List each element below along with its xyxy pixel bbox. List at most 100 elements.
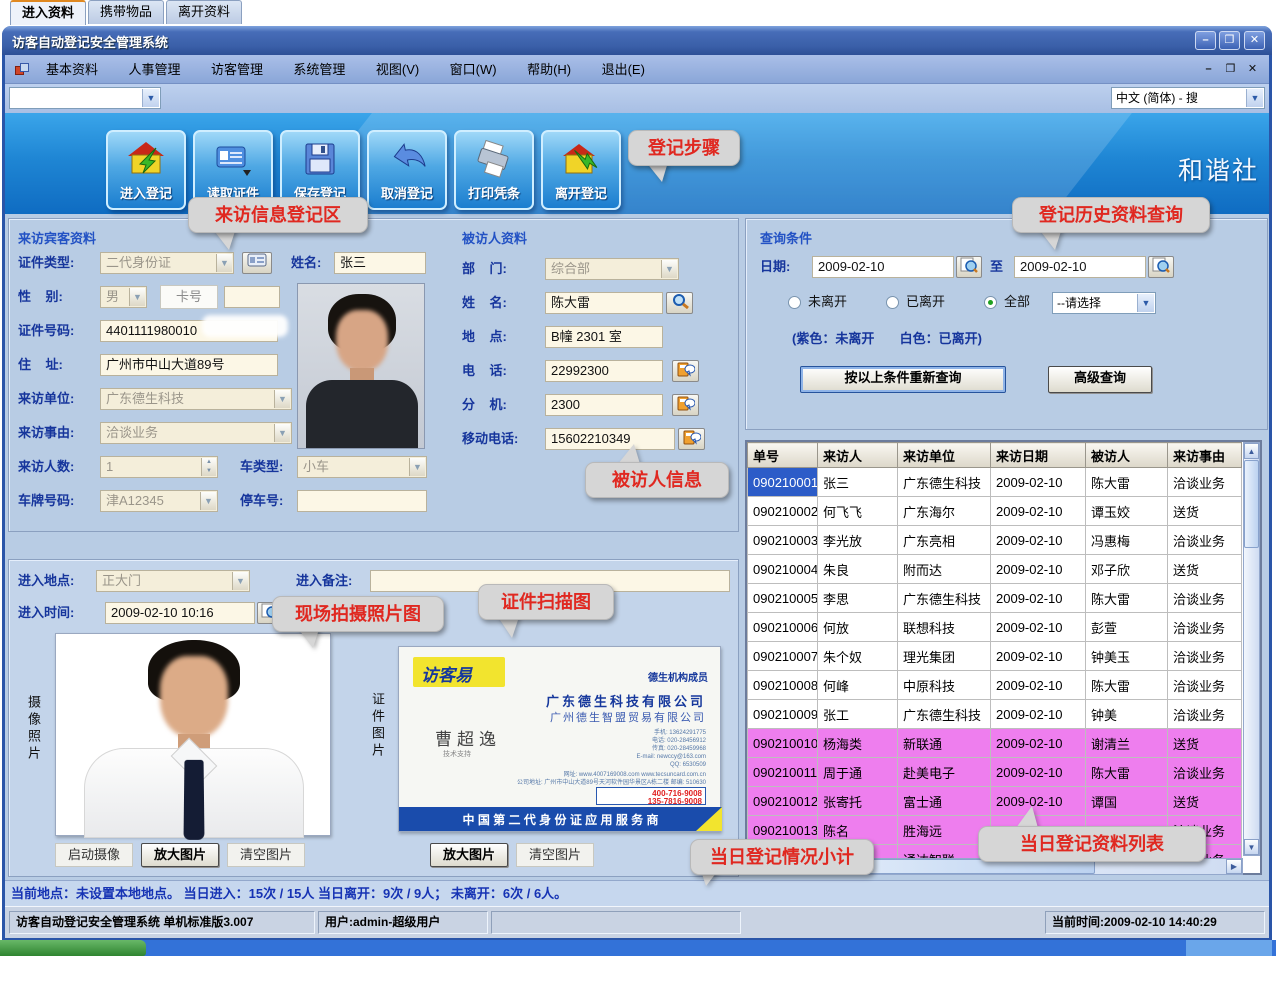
- radio-all[interactable]: [984, 296, 997, 309]
- reason-value: 洽谈业务: [106, 425, 158, 440]
- table-row[interactable]: 090210009张工广东德生科技2009-02-10钟美洽谈业务: [748, 700, 1242, 729]
- cancel-register-button[interactable]: 取消登记: [367, 130, 447, 210]
- scroll-up-icon[interactable]: ▲: [1244, 443, 1259, 459]
- clear-card-button[interactable]: 清空图片: [516, 843, 594, 867]
- photo-shirt: [306, 380, 418, 449]
- tab-carried-items[interactable]: 携带物品: [88, 0, 164, 24]
- menu-system[interactable]: 系统管理: [280, 55, 358, 84]
- col-header[interactable]: 来访单位: [898, 443, 991, 468]
- phone-field[interactable]: 22992300: [545, 360, 663, 382]
- entry-place-combo[interactable]: 正大门 ▼: [96, 570, 250, 592]
- company-combo[interactable]: 广东德生科技 ▼: [100, 388, 292, 410]
- tab-entry-info[interactable]: 进入资料: [10, 0, 86, 25]
- search-visited-button[interactable]: [666, 292, 693, 314]
- chevron-down-icon: ▼: [409, 458, 425, 476]
- col-header[interactable]: 来访日期: [991, 443, 1086, 468]
- col-header[interactable]: 来访人: [818, 443, 898, 468]
- table-row[interactable]: 090210012张寄托富士通2009-02-10谭国送货: [748, 787, 1242, 816]
- place-field[interactable]: B幢 2301 室: [545, 326, 663, 348]
- date-to-picker-button[interactable]: [1148, 256, 1174, 278]
- zoom-card-button[interactable]: 放大图片: [430, 843, 508, 867]
- table-row[interactable]: 090210003李光放广东亮相2009-02-10冯惠梅洽谈业务: [748, 526, 1242, 555]
- menu-help[interactable]: 帮助(H): [514, 55, 584, 84]
- quick-select-combo[interactable]: ▼: [9, 87, 161, 109]
- button-label: 进入登记: [108, 183, 184, 202]
- cert-type-combo[interactable]: 二代身份证 ▼: [100, 252, 234, 274]
- ext-label: 分 机:: [462, 394, 507, 416]
- parking-field[interactable]: [297, 490, 427, 512]
- radio-not-left[interactable]: [788, 296, 801, 309]
- card-number-button[interactable]: 卡号: [160, 285, 218, 309]
- table-row[interactable]: 090210007朱个奴理光集团2009-02-10钟美玉洽谈业务: [748, 642, 1242, 671]
- ext-field[interactable]: 2300: [545, 394, 663, 416]
- table-row[interactable]: 090210010杨海类新联通2009-02-10谢清兰送货: [748, 729, 1242, 758]
- leave-register-button[interactable]: 离开登记: [541, 130, 621, 210]
- start-camera-button[interactable]: 启动摄像: [55, 843, 133, 867]
- mdi-minimize-button[interactable]: –: [1200, 62, 1217, 77]
- radio-left[interactable]: [886, 296, 899, 309]
- table-row[interactable]: 090210005李思广东德生科技2009-02-10陈大雷洽谈业务: [748, 584, 1242, 613]
- dial-ext-button[interactable]: [672, 394, 699, 416]
- address-field[interactable]: 广州市中山大道89号: [100, 354, 278, 376]
- scroll-right-icon[interactable]: ▶: [1226, 859, 1242, 874]
- vehicle-type-combo[interactable]: 小车 ▼: [297, 456, 427, 478]
- scroll-thumb[interactable]: [1244, 460, 1259, 548]
- requery-button[interactable]: 按以上条件重新查询: [800, 366, 1006, 393]
- spinner-arrows-icon[interactable]: ▲▼: [201, 458, 216, 476]
- mdi-restore-button[interactable]: ❐: [1222, 62, 1239, 77]
- language-value: 中文 (简体) - 搜: [1116, 91, 1198, 105]
- restore-button[interactable]: ❐: [1219, 31, 1240, 50]
- menu-hr[interactable]: 人事管理: [115, 55, 193, 84]
- menu-basic-data[interactable]: 基本资料: [33, 55, 111, 84]
- callout-history-query: 登记历史资料查询: [1012, 197, 1210, 233]
- vertical-scrollbar[interactable]: ▲ ▼: [1243, 442, 1260, 856]
- status-bar: 访客自动登记安全管理系统 单机标准版3.007 用户:admin-超级用户 当前…: [5, 906, 1269, 938]
- cancel-register-icon: [387, 140, 427, 180]
- entry-time-field[interactable]: 2009-02-10 10:16: [105, 602, 255, 624]
- menu-visitor[interactable]: 访客管理: [198, 55, 276, 84]
- tab-leave-info[interactable]: 离开资料: [166, 0, 242, 24]
- visited-name-field[interactable]: 陈大雷: [545, 292, 663, 314]
- date-to-field[interactable]: 2009-02-10: [1014, 256, 1146, 278]
- mdi-close-button[interactable]: ✕: [1244, 62, 1261, 77]
- menu-view[interactable]: 视图(V): [363, 55, 432, 84]
- print-slip-button[interactable]: 打印凭条: [454, 130, 534, 210]
- reason-combo[interactable]: 洽谈业务 ▼: [100, 422, 292, 444]
- table-row[interactable]: 090210011周于通赴美电子2009-02-10陈大雷洽谈业务: [748, 758, 1242, 787]
- advanced-query-button[interactable]: 高级查询: [1048, 366, 1152, 393]
- table-row[interactable]: 090210006何放联想科技2009-02-10彭萱洽谈业务: [748, 613, 1242, 642]
- enter-register-button[interactable]: 进入登记: [106, 130, 186, 210]
- zoom-photo-button[interactable]: 放大图片: [141, 843, 219, 867]
- minimize-button[interactable]: –: [1195, 31, 1216, 50]
- col-header[interactable]: 来访事由: [1168, 443, 1242, 468]
- table-row[interactable]: 090210001张三广东德生科技2009-02-10陈大雷洽谈业务: [748, 468, 1242, 497]
- filter-select-combo[interactable]: --请选择 ▼: [1052, 292, 1156, 314]
- brand-text: 和谐社: [1178, 151, 1259, 187]
- col-header[interactable]: 被访人: [1086, 443, 1168, 468]
- menu-window[interactable]: 窗口(W): [437, 55, 510, 84]
- col-header[interactable]: 单号: [748, 443, 818, 468]
- mobile-field[interactable]: 15602210349: [545, 428, 675, 450]
- clear-photo-button[interactable]: 清空图片: [227, 843, 305, 867]
- date-from-picker-button[interactable]: [956, 256, 982, 278]
- close-button[interactable]: ✕: [1244, 31, 1265, 50]
- visitor-name-field[interactable]: 张三: [334, 252, 426, 274]
- count-stepper[interactable]: 1 ▲▼: [100, 456, 218, 478]
- vehicle-type-label: 车类型:: [240, 456, 283, 478]
- dept-combo[interactable]: 综合部 ▼: [545, 258, 679, 280]
- table-row[interactable]: 090210002何飞飞广东海尔2009-02-10谭玉姣送货: [748, 497, 1242, 526]
- table-row[interactable]: 090210004朱良附而达2009-02-10邓子欣送货: [748, 555, 1242, 584]
- plate-combo[interactable]: 津A12345 ▼: [100, 490, 218, 512]
- table-row[interactable]: 090210008何峰中原科技2009-02-10陈大雷洽谈业务: [748, 671, 1242, 700]
- plate-value: 津A12345: [106, 493, 164, 508]
- gender-combo[interactable]: 男 ▼: [100, 286, 147, 308]
- menu-exit[interactable]: 退出(E): [589, 55, 658, 84]
- scroll-down-icon[interactable]: ▼: [1244, 839, 1259, 855]
- dial-mobile-button[interactable]: [678, 428, 705, 450]
- language-combo[interactable]: 中文 (简体) - 搜 ▼: [1111, 87, 1265, 109]
- card-number-field[interactable]: [224, 286, 280, 308]
- date-from-field[interactable]: 2009-02-10: [812, 256, 954, 278]
- dial-phone-button[interactable]: [672, 360, 699, 382]
- card-reader-button[interactable]: [242, 252, 272, 274]
- start-button[interactable]: [0, 940, 146, 956]
